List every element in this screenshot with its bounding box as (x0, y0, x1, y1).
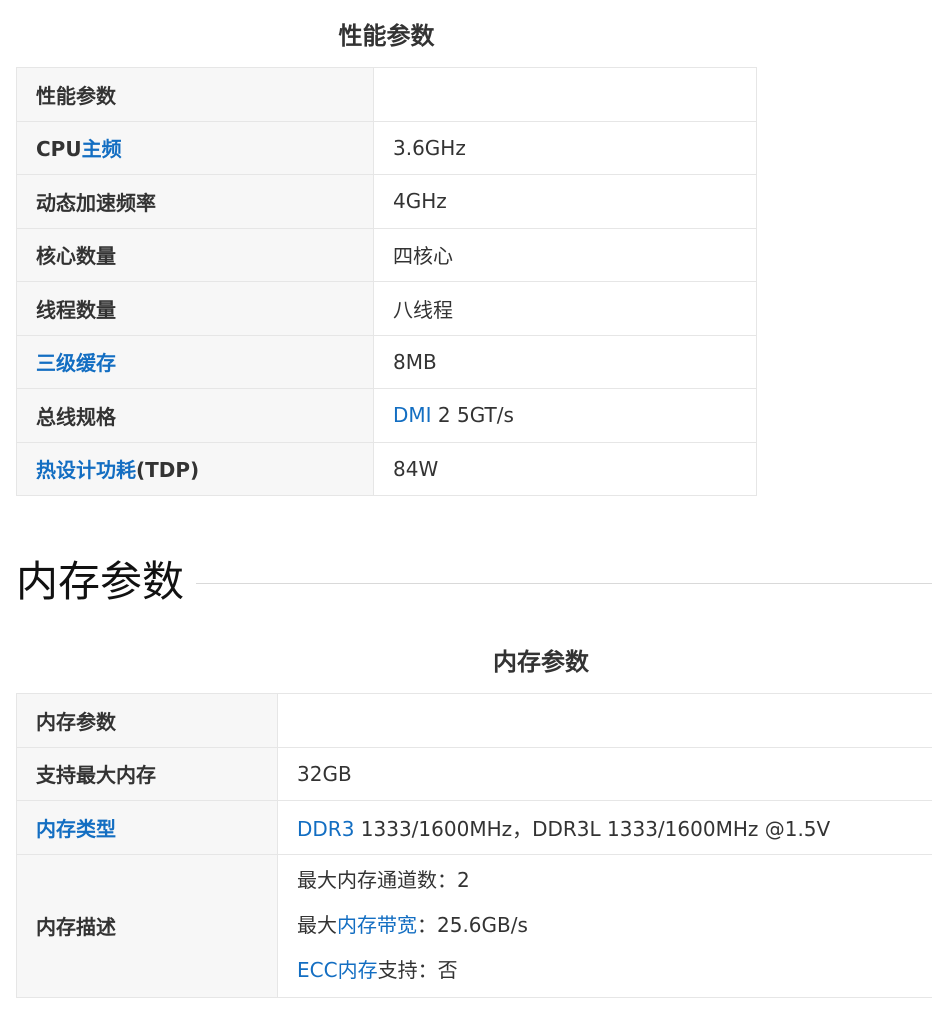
table-row: 核心数量 四核心 (16, 227, 757, 282)
table-value-cell: 四核心 (373, 227, 757, 282)
table-key-cell: 线程数量 (16, 281, 374, 336)
memory-type-link[interactable]: 内存类型 (36, 817, 116, 841)
key-text: CPU (36, 137, 82, 162)
table-value-cell: DMI 2 5GT/s (373, 388, 757, 443)
dmi-link[interactable]: DMI (393, 403, 432, 427)
perf-table-caption: 性能参数 (338, 22, 435, 50)
table-row: 内存类型 DDR3 1333/1600MHz，DDR3L 1333/1600MH… (16, 800, 932, 855)
table-row: 总线规格 DMI 2 5GT/s (16, 388, 757, 443)
memory-section-title: 内存参数 (16, 557, 185, 606)
ecc-memory-link[interactable]: ECC内存 (297, 958, 378, 982)
desc-line: ECC内存支持：否 (297, 948, 932, 993)
table-row: CPU主频 3.6GHz (16, 120, 757, 175)
table-row: 内存参数 (16, 693, 932, 748)
value-text: 最大 (297, 913, 337, 937)
table-value-cell: 84W (373, 441, 757, 496)
table-row: 三级缓存 8MB (16, 334, 757, 389)
table-row: 内存描述 最大内存通道数：2 最大内存带宽：25.6GB/s ECC内存支持：否 (16, 853, 932, 998)
table-value-cell: 32GB (277, 746, 932, 801)
value-text: ：25.6GB/s (417, 913, 528, 937)
table-cell (277, 693, 932, 748)
table-key-cell: 三级缓存 (16, 334, 374, 389)
table-value-cell: DDR3 1333/1600MHz，DDR3L 1333/1600MHz @1.… (277, 800, 932, 855)
perf-table: 性能参数 CPU主频 3.6GHz 动态加速频率 4GHz 核心数量 四核心 线… (16, 67, 757, 496)
memory-bandwidth-link[interactable]: 内存带宽 (337, 913, 417, 937)
table-row: 性能参数 (16, 67, 757, 122)
key-text: (TDP) (136, 458, 200, 483)
l3-cache-link[interactable]: 三级缓存 (36, 351, 116, 375)
memory-table: 内存参数 支持最大内存 32GB 内存类型 DDR3 1333/1600MHz，… (16, 693, 932, 998)
table-header-cell: 性能参数 (16, 67, 374, 122)
table-row: 线程数量 八线程 (16, 281, 757, 336)
table-value-cell: 八线程 (373, 281, 757, 336)
memory-table-caption: 内存参数 (493, 648, 589, 676)
desc-line: 最大内存带宽：25.6GB/s (297, 903, 932, 948)
table-key-cell: 总线规格 (16, 388, 374, 443)
ddr3-link[interactable]: DDR3 (297, 817, 354, 841)
section-divider (196, 583, 932, 584)
desc-line: 最大内存通道数：2 (297, 868, 470, 892)
value-text: 支持：否 (377, 958, 458, 982)
table-value-cell: 最大内存通道数：2 最大内存带宽：25.6GB/s ECC内存支持：否 (277, 853, 932, 998)
tdp-link[interactable]: 热设计功耗 (36, 458, 136, 482)
table-value-cell: 3.6GHz (373, 120, 757, 175)
table-key-cell: 核心数量 (16, 227, 374, 282)
table-key-cell: 动态加速频率 (16, 174, 374, 229)
table-value-cell: 4GHz (373, 174, 757, 229)
table-header-cell: 内存参数 (16, 693, 278, 748)
table-row: 动态加速频率 4GHz (16, 174, 757, 229)
table-key-cell: 内存描述 (16, 853, 278, 998)
table-key-cell: 热设计功耗(TDP) (16, 441, 374, 496)
table-value-cell: 8MB (373, 334, 757, 389)
value-text: 2 5GT/s (431, 403, 514, 428)
table-row: 热设计功耗(TDP) 84W (16, 441, 757, 496)
table-key-cell: CPU主频 (16, 120, 374, 175)
table-row: 支持最大内存 32GB (16, 746, 932, 801)
table-key-cell: 内存类型 (16, 800, 278, 855)
value-text: 1333/1600MHz，DDR3L 1333/1600MHz @1.5V (354, 816, 831, 841)
cpu-frequency-link[interactable]: 主频 (82, 137, 122, 161)
table-cell (373, 67, 757, 122)
table-key-cell: 支持最大内存 (16, 746, 278, 801)
